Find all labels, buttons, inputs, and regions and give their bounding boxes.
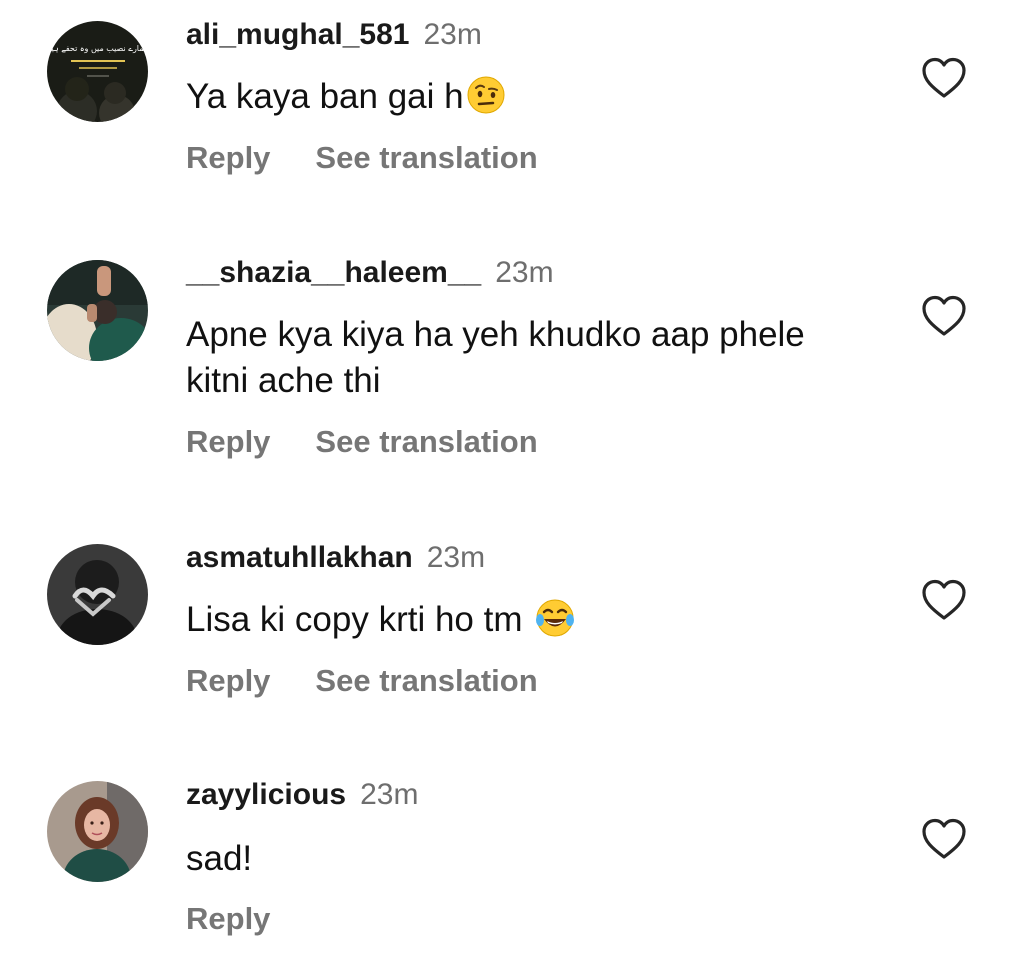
see-translation-button[interactable]: See translation <box>315 140 537 175</box>
comment-actions: Reply <box>186 899 270 939</box>
timestamp: 23m <box>360 778 419 811</box>
see-translation-button[interactable]: See translation <box>315 663 537 698</box>
timestamp: 23m <box>423 18 482 51</box>
heart-outline-icon[interactable] <box>920 56 968 100</box>
avatar[interactable] <box>47 544 148 645</box>
see-translation-button[interactable]: See translation <box>315 424 537 459</box>
timestamp: 23m <box>426 541 486 574</box>
reply-button[interactable]: Reply <box>186 140 270 175</box>
comment-item: ہمارے نصیب میں وہ تحفے ہیں ali_mughal_58… <box>0 0 1024 230</box>
comment-text: Apne kya kiya ha yeh khudko aap phele ki… <box>186 312 866 404</box>
comment-body: Apne kya kiya ha yeh khudko aap phele ki… <box>186 315 805 400</box>
avatar[interactable]: ہمارے نصیب میں وہ تحفے ہیں <box>47 21 148 122</box>
heart-outline-icon[interactable] <box>920 578 968 622</box>
username[interactable]: __shazia__haleem__ <box>186 256 481 289</box>
comment-body: Lisa ki copy krti ho tm <box>186 600 523 639</box>
reply-button[interactable]: Reply <box>186 901 270 936</box>
comment-actions: Reply See translation <box>186 661 538 701</box>
face-with-raised-eyebrow-emoji <box>466 75 506 115</box>
comment-actions: Reply See translation <box>186 138 538 178</box>
comment-header: zayylicious 23m <box>186 775 418 815</box>
comment-text: Ya kaya ban gai h <box>186 74 866 120</box>
reply-button[interactable]: Reply <box>186 424 270 459</box>
timestamp: 23m <box>495 256 554 289</box>
comment-text: sad! <box>186 836 866 882</box>
comment-text: Lisa ki copy krti ho tm <box>186 597 866 643</box>
comment-item: asmatuhllakhan 23m Lisa ki copy krti ho t… <box>0 520 1024 765</box>
comment-header: asmatuhllakhan 23m <box>186 538 485 578</box>
comment-body: sad! <box>186 839 253 878</box>
avatar[interactable] <box>47 260 148 361</box>
reply-button[interactable]: Reply <box>186 663 270 698</box>
comment-header: __shazia__haleem__ 23m <box>186 253 554 293</box>
comment-item: zayylicious 23m sad! Reply <box>0 765 1024 958</box>
svg-text:ہمارے نصیب میں وہ تحفے ہیں: ہمارے نصیب میں وہ تحفے ہیں <box>47 44 148 53</box>
comment-item: __shazia__haleem__ 23m Apne kya kiya ha y… <box>0 230 1024 520</box>
comment-header: ali_mughal_581 23m <box>186 15 482 55</box>
username[interactable]: asmatuhllakhan <box>186 541 413 574</box>
username[interactable]: zayylicious <box>186 778 346 811</box>
heart-outline-icon[interactable] <box>920 294 968 338</box>
face-with-tears-of-joy-emoji <box>535 598 575 638</box>
comment-body: Ya kaya ban gai h <box>186 77 464 116</box>
username[interactable]: ali_mughal_581 <box>186 18 409 51</box>
comment-actions: Reply See translation <box>186 422 538 462</box>
avatar[interactable] <box>47 781 148 882</box>
heart-outline-icon[interactable] <box>920 817 968 861</box>
